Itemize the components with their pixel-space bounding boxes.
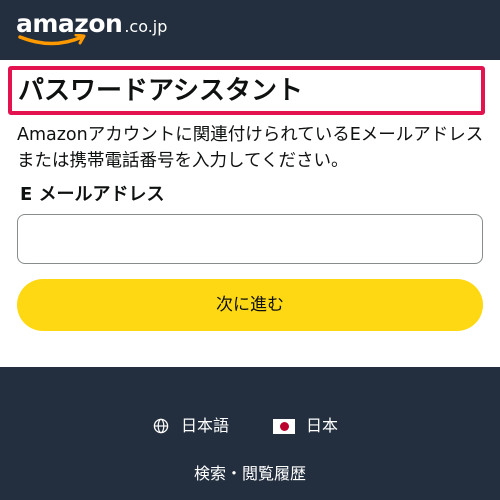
country-label: 日本 xyxy=(306,416,339,435)
country-selector[interactable]: 日本 xyxy=(273,415,338,437)
japan-flag-icon xyxy=(273,418,295,434)
language-selector[interactable]: 日本語 xyxy=(153,415,229,437)
top-header: amazon .co.jp xyxy=(0,0,500,60)
globe-icon xyxy=(153,418,169,434)
email-label: E メールアドレス xyxy=(20,184,165,205)
browsing-history-link[interactable]: 検索・閲覧履歴 xyxy=(0,463,500,485)
language-label: 日本語 xyxy=(181,416,230,435)
smile-arrow-icon xyxy=(18,34,86,46)
page-title: パスワードアシスタント xyxy=(18,76,303,106)
email-input[interactable] xyxy=(17,214,483,264)
footer: 日本語 日本 検索・閲覧履歴 xyxy=(0,367,500,500)
continue-button[interactable]: 次に進む xyxy=(17,279,483,331)
logo-domain: .co.jp xyxy=(124,17,168,36)
amazon-logo[interactable]: amazon .co.jp xyxy=(16,10,167,50)
instructions-text: Amazonアカウントに関連付けられているEメールアドレスまたは携帯電話番号を入… xyxy=(17,125,484,171)
